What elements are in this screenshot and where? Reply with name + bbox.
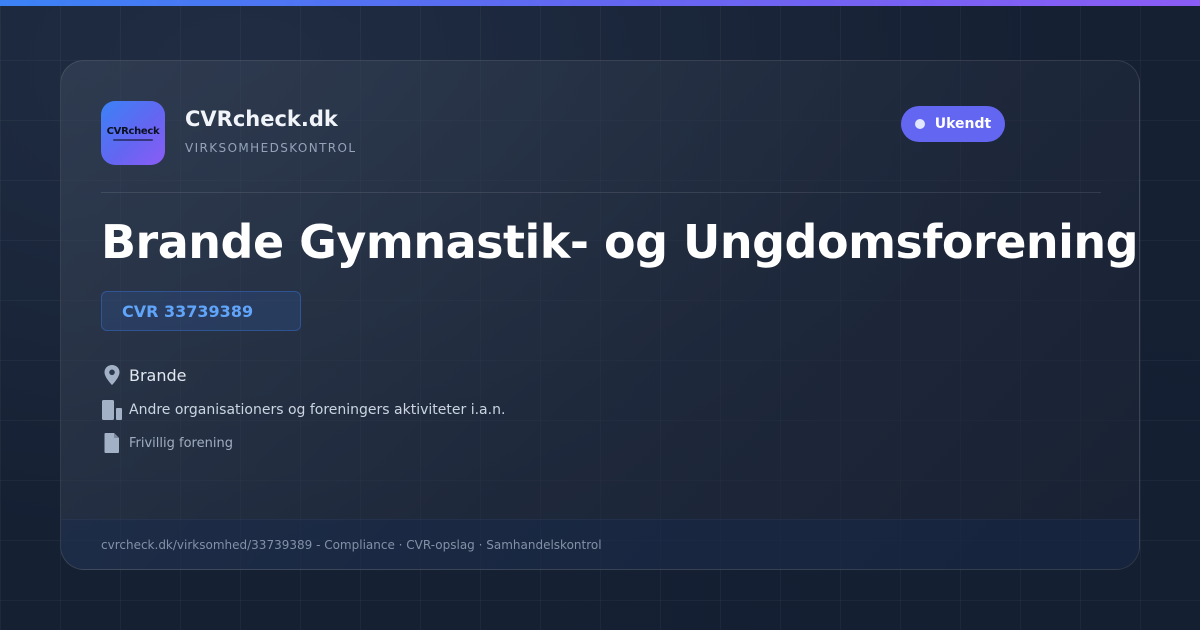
logo-underline xyxy=(113,138,153,141)
logo-wordmark: CVRcheck xyxy=(106,125,160,137)
status-dot-icon xyxy=(914,119,925,129)
cvr-badge: CVR 33739389 xyxy=(101,291,301,331)
header-divider xyxy=(101,192,1101,193)
company-card: CVRcheck CVRcheck.dk VIRKSOMHEDSKONTROL … xyxy=(60,60,1140,570)
top-accent-bar xyxy=(0,0,1200,6)
building-icon xyxy=(101,398,123,422)
status-badge: Ukendt xyxy=(901,106,1005,142)
industry-text: Andre organisationers og foreningers akt… xyxy=(129,402,506,418)
company-type-text: Frivillig forening xyxy=(129,435,233,451)
industry-row: Andre organisationers og foreningers akt… xyxy=(101,398,505,422)
brand-logo: CVRcheck xyxy=(101,101,165,165)
footer-text: cvrcheck.dk/virksomhed/33739389 - Compli… xyxy=(101,537,602,552)
map-pin-icon xyxy=(101,363,123,387)
location-row: Brande xyxy=(101,363,187,387)
document-icon xyxy=(101,431,123,455)
status-label: Ukendt xyxy=(934,116,992,132)
brand-tagline: VIRKSOMHEDSKONTROL xyxy=(185,141,357,155)
company-type-row: Frivillig forening xyxy=(101,431,233,455)
footer-bar: cvrcheck.dk/virksomhed/33739389 - Compli… xyxy=(61,519,1139,569)
company-name: Brande Gymnastik- og Ungdomsforening xyxy=(101,215,1139,269)
brand-name: CVRcheck.dk xyxy=(185,107,338,131)
location-text: Brande xyxy=(129,365,187,385)
